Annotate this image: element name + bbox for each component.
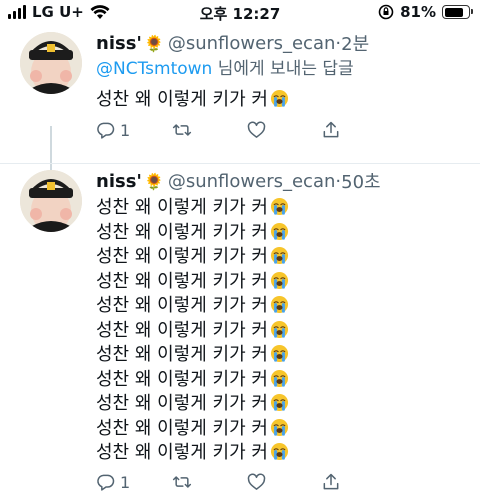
retweet-icon: [172, 124, 192, 136]
tweet-text-line: 성찬 왜 이렇게 키가 커: [96, 319, 468, 344]
user-handle[interactable]: @sunflowers_ecan: [168, 171, 336, 192]
tweet-text-content: 성찬 왜 이렇게 키가 커: [96, 344, 268, 365]
reply-icon: [97, 474, 115, 491]
loudly-crying-face-icon: [270, 418, 288, 436]
retweet-button[interactable]: [171, 472, 246, 492]
tweet-text-line: 성찬 왜 이렇게 키가 커: [96, 441, 468, 466]
tweet[interactable]: niss' 🌻 @sunflowers_ecan · 2분 @NCTsmtown…: [0, 28, 480, 192]
reply-mention-link[interactable]: @NCTsmtown: [96, 59, 212, 79]
reply-suffix: 님에게 보내는 답글: [212, 59, 354, 79]
tweet-text-content: 성찬 왜 이렇게 키가 커: [96, 246, 268, 267]
display-name[interactable]: niss': [96, 33, 142, 54]
sunflower-emoji-icon: 🌻: [143, 33, 164, 53]
loudly-crying-face-icon: [270, 246, 288, 265]
tweet-text-content: 성찬 왜 이렇게 키가 커: [96, 393, 268, 414]
tweet-text-line: 성찬 왜 이렇게 키가 커: [96, 392, 468, 417]
like-icon: [247, 473, 266, 490]
tweet[interactable]: niss' 🌻 @sunflowers_ecan · 50초 성찬 왜 이렇게 …: [0, 164, 480, 504]
share-button[interactable]: [321, 120, 396, 140]
loudly-crying-face-icon: [270, 197, 288, 216]
tweet-text-content: 성찬 왜 이렇게 키가 커: [96, 270, 268, 292]
tweet-text-line: 성찬 왜 이렇게 키가 커: [96, 368, 468, 393]
tweet-text: 성찬 왜 이렇게 키가 커 성찬 왜 이렇게 키가 커 성찬 왜 이렇게 키가 커성…: [96, 196, 468, 466]
reply-button[interactable]: 1: [96, 120, 171, 140]
tweet-text-line: 성찬 왜 이렇게 키가 커: [96, 221, 468, 246]
tweet-text-line: 성찬 왜 이렇게 키가 커: [96, 343, 468, 368]
tweet-actions: 1: [96, 472, 396, 492]
share-icon: [323, 121, 339, 138]
tweet-actions: 1: [96, 120, 396, 140]
tweet-text-line: 성찬 왜 이렇게 키가 커: [96, 88, 468, 113]
tweet-header: niss' 🌻 @sunflowers_ecan · 50초: [96, 168, 468, 194]
retweet-icon: [172, 476, 192, 488]
battery-icon: [442, 5, 473, 19]
tweet-text-content: 성찬 왜 이렇게 키가 커: [96, 417, 268, 439]
tweet-text-line: 성찬 왜 이렇게 키가 커: [96, 196, 468, 221]
sunflower-emoji-icon: 🌻: [143, 171, 164, 191]
display-name[interactable]: niss': [96, 171, 142, 192]
reply-count: 1: [120, 120, 131, 140]
tweet-text-content: 성찬 왜 이렇게 키가 커: [96, 368, 268, 390]
reply-button[interactable]: 1: [96, 472, 171, 492]
loudly-crying-face-icon: [270, 89, 288, 108]
tweet-text-content: 성찬 왜 이렇게 키가 커: [96, 442, 268, 463]
loudly-crying-face-icon: [270, 222, 288, 240]
like-button[interactable]: [246, 472, 321, 492]
retweet-button[interactable]: [171, 120, 246, 140]
share-button[interactable]: [321, 472, 396, 492]
loudly-crying-face-icon: [270, 295, 288, 314]
loudly-crying-face-icon: [270, 369, 288, 387]
loudly-crying-face-icon: [270, 393, 288, 412]
tweet-time[interactable]: 50초: [341, 168, 380, 194]
tweet-header: niss' 🌻 @sunflowers_ecan · 2분: [96, 30, 468, 56]
replying-to: @NCTsmtown 님에게 보내는 답글: [96, 56, 468, 82]
status-right: 81%: [378, 3, 473, 21]
like-button[interactable]: [246, 120, 321, 140]
profile-photo: [20, 32, 82, 94]
loudly-crying-face-icon: [270, 271, 288, 289]
battery-percent: 81%: [400, 3, 436, 21]
tweet-text-content: 성찬 왜 이렇게 키가 커: [96, 89, 268, 110]
status-bar: LG U+ 오후 12:27 81%: [0, 0, 480, 28]
tweet-text-content: 성찬 왜 이렇게 키가 커: [96, 221, 268, 243]
reply-count: 1: [120, 472, 131, 492]
avatar[interactable]: [20, 32, 82, 94]
tweet-text: 성찬 왜 이렇게 키가 커: [96, 88, 468, 113]
user-handle[interactable]: @sunflowers_ecan: [168, 33, 336, 54]
loudly-crying-face-icon: [270, 320, 288, 338]
profile-photo: [20, 170, 82, 232]
tweet-time[interactable]: 2분: [341, 30, 369, 56]
share-icon: [323, 473, 339, 490]
orientation-lock-icon: [378, 4, 394, 20]
tweet-text-content: 성찬 왜 이렇게 키가 커: [96, 197, 268, 218]
reply-icon: [97, 122, 115, 139]
tweet-text-content: 성찬 왜 이렇게 키가 커: [96, 319, 268, 341]
loudly-crying-face-icon: [270, 344, 288, 363]
like-icon: [247, 121, 266, 138]
avatar[interactable]: [20, 170, 82, 232]
tweet-text-line: 성찬 왜 이렇게 키가 커: [96, 270, 468, 295]
loudly-crying-face-icon: [270, 442, 288, 461]
tweet-text-line: 성찬 왜 이렇게 키가 커: [96, 417, 468, 442]
tweet-text-content: 성찬 왜 이렇게 키가 커: [96, 295, 268, 316]
tweet-text-line: 성찬 왜 이렇게 키가 커: [96, 294, 468, 319]
tweet-text-line: 성찬 왜 이렇게 키가 커: [96, 245, 468, 270]
